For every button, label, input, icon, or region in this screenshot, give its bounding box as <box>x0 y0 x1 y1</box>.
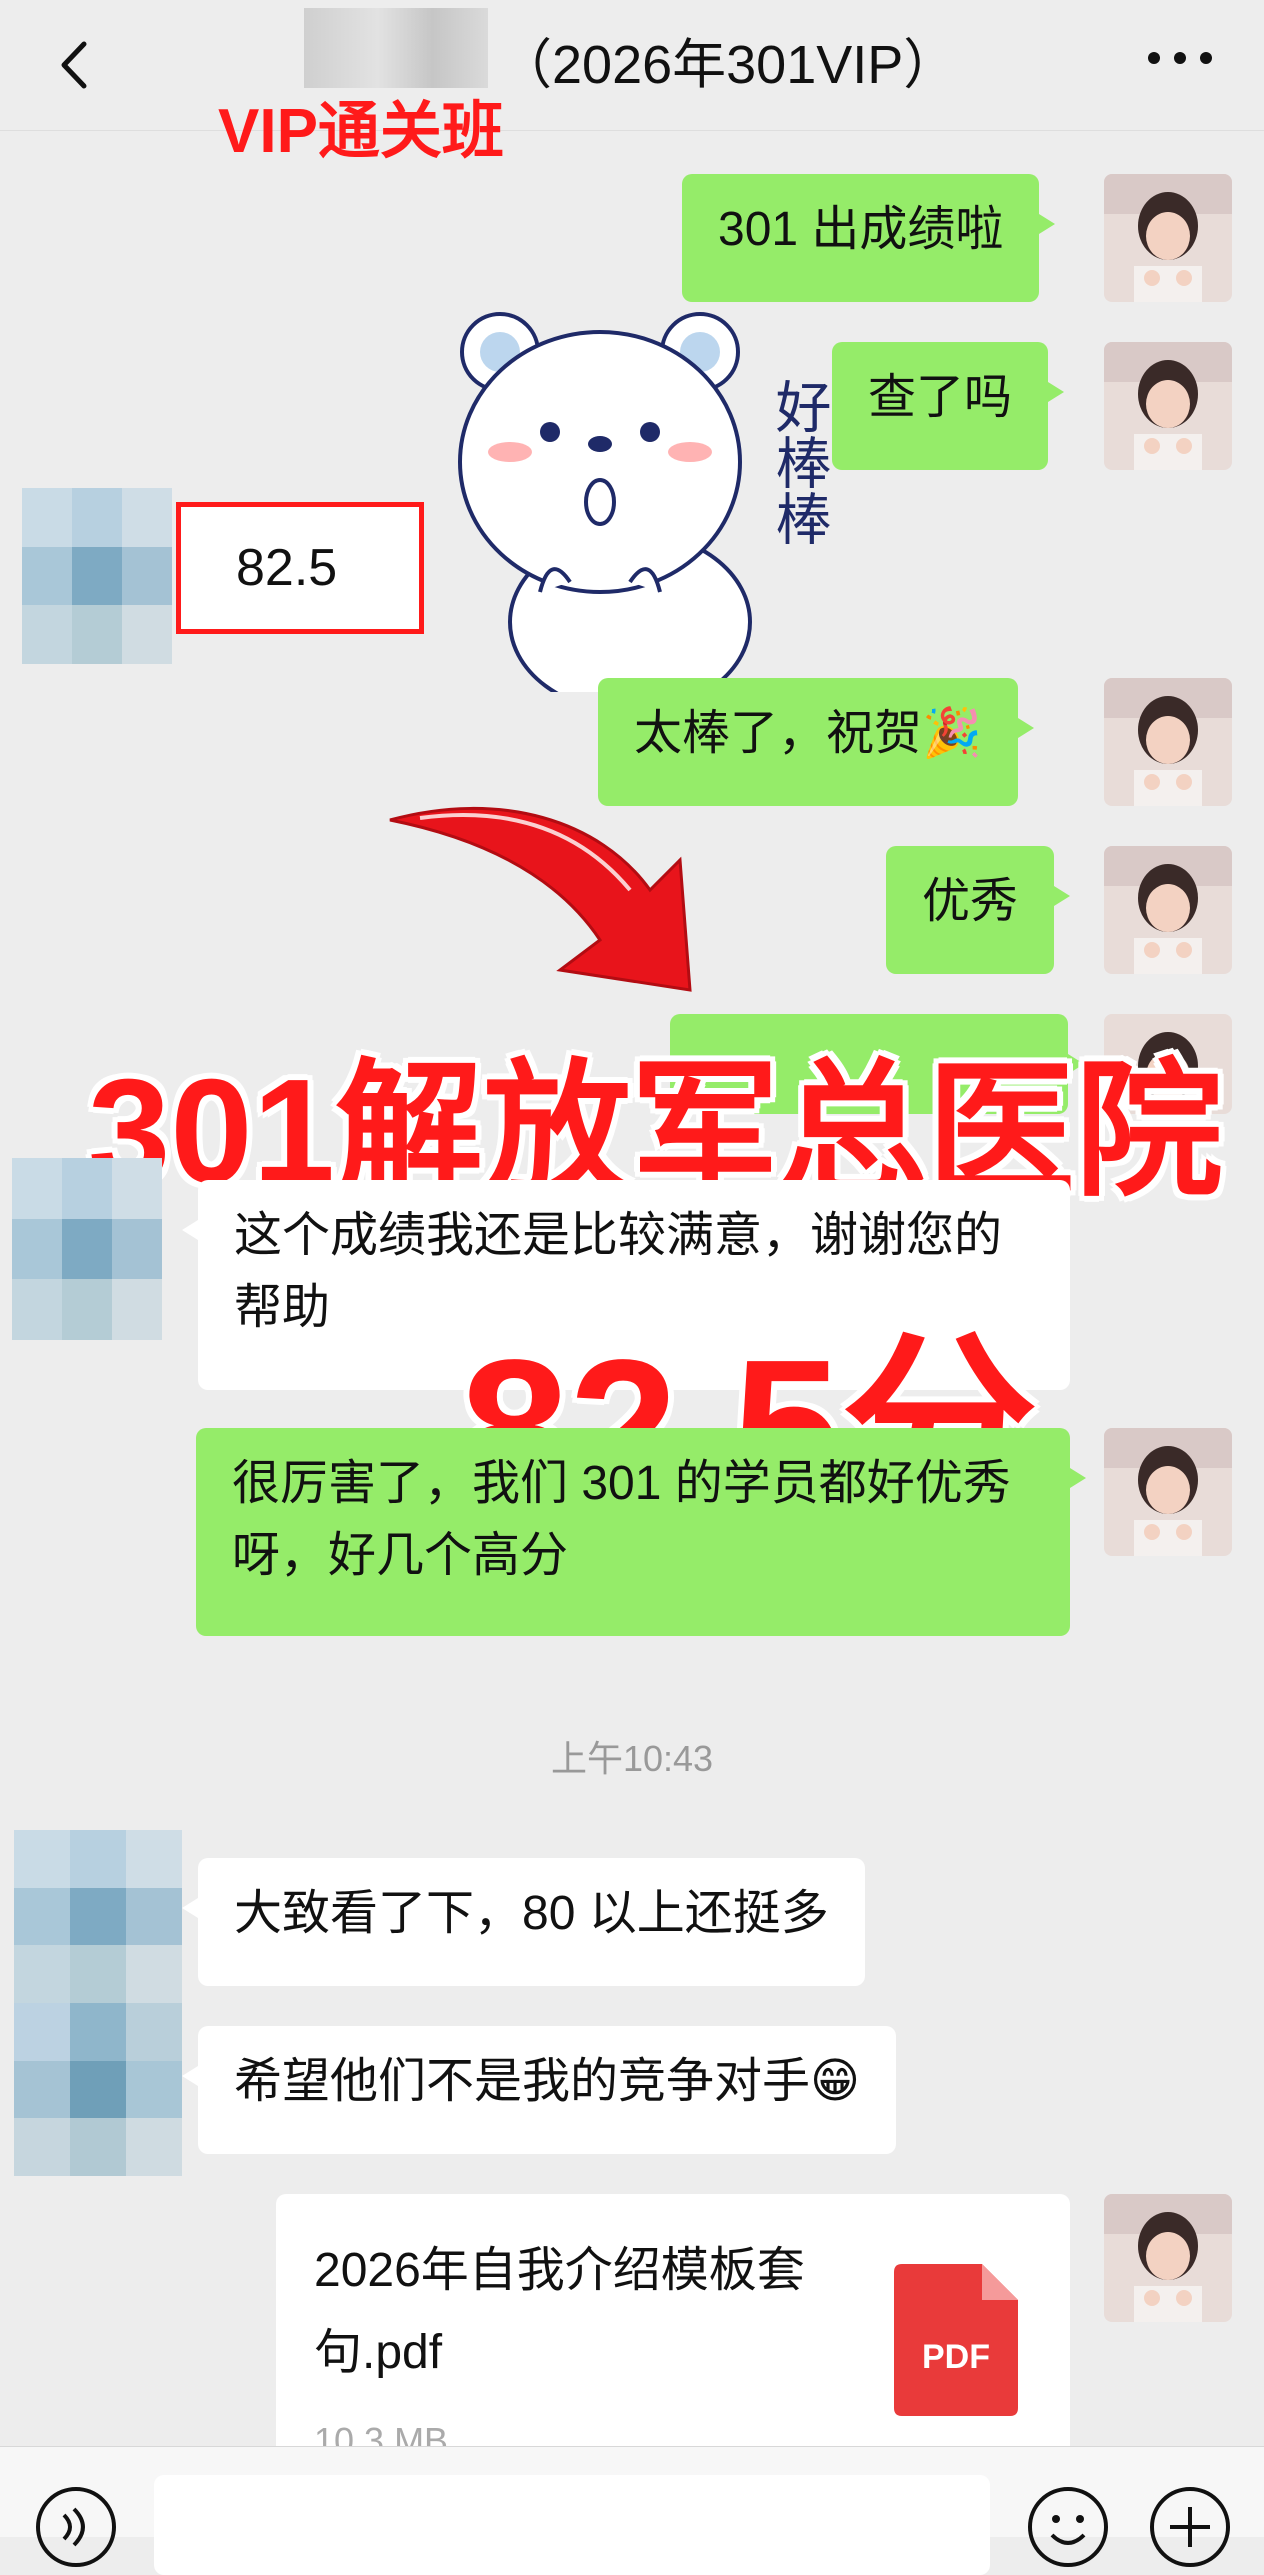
avatar[interactable] <box>1104 2194 1232 2322</box>
input-toolbar <box>0 2446 1264 2575</box>
chat-header: （2026年301VIP） <box>0 0 1264 131</box>
message-bubble-sent[interactable]: 查了吗 <box>832 342 1065 470</box>
avatar[interactable] <box>22 488 172 664</box>
avatar[interactable] <box>1104 342 1232 470</box>
group-title[interactable]: （2026年301VIP） <box>498 20 957 99</box>
group-name-mask <box>304 8 488 88</box>
avatar[interactable] <box>1104 678 1232 806</box>
plus-icon[interactable] <box>1148 2485 1232 2569</box>
message-timestamp: 上午10:43 <box>550 1738 714 1779</box>
red-arrow-graphic <box>389 806 692 992</box>
avatar[interactable] <box>1104 1428 1232 1556</box>
class-tag: VIP通关班 <box>218 97 504 166</box>
message-bubble-sent[interactable]: 很厉害了，我们 301 的学员都好优秀呀，好几个高分 <box>196 1428 1086 1636</box>
back-icon[interactable] <box>44 30 114 100</box>
avatar[interactable] <box>1104 174 1232 302</box>
message-bubble-received[interactable]: 大致看了下，80 以上还挺多 <box>182 1858 865 1986</box>
avatar[interactable] <box>12 1158 162 1340</box>
pdf-icon-label: PDF <box>922 2338 990 2376</box>
message-bubble-sent[interactable]: 301 出成绩啦 <box>682 174 1056 302</box>
message-input[interactable] <box>154 2475 990 2575</box>
voice-icon[interactable] <box>34 2485 118 2569</box>
pdf-icon: PDF <box>894 2264 1018 2416</box>
avatar[interactable] <box>1104 846 1232 974</box>
score-message[interactable]: 82.5 <box>236 538 337 598</box>
avatar[interactable] <box>14 1830 182 2176</box>
message-bubble-received[interactable]: 希望他们不是我的竞争对手😁 <box>181 2026 897 2154</box>
sticker-caption: 好棒棒 <box>768 378 831 546</box>
file-name: 2026年自我介绍模板套句.pdf <box>314 2244 805 2379</box>
more-icon[interactable] <box>1140 36 1220 80</box>
emoji-icon[interactable] <box>1026 2485 1110 2569</box>
message-bubble-sent[interactable]: 优秀 <box>886 846 1071 974</box>
